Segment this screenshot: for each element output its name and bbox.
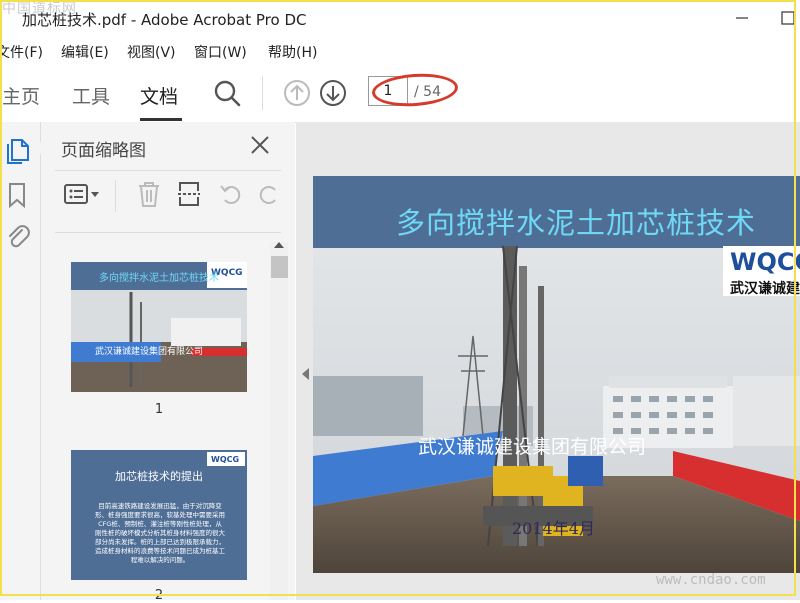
scrollbar-thumb[interactable] xyxy=(271,256,288,278)
previous-page-button[interactable] xyxy=(282,78,312,108)
thumbnail-page-2[interactable]: WQCG 加芯桩技术的提出 目前高速铁路建设发展迅猛，由于对沉降变形、桩身强度要… xyxy=(71,450,247,580)
menu-help[interactable]: 帮助(H) xyxy=(268,42,317,62)
menu-file[interactable]: 文件(F) xyxy=(0,42,43,62)
menu-window[interactable]: 窗口(W) xyxy=(194,42,247,62)
window-title: 加芯桩技术.pdf - Adobe Acrobat Pro DC xyxy=(22,11,307,29)
scroll-up-icon[interactable] xyxy=(273,240,285,250)
maximize-icon xyxy=(781,11,795,25)
slide-company-name: 武汉谦诚建设集团有限公司 xyxy=(418,436,647,458)
close-panel-button[interactable] xyxy=(247,132,273,158)
thumbnail-label: 2 xyxy=(154,588,164,603)
page-total: / 54 xyxy=(414,84,441,100)
svg-text:WQCG: WQCG xyxy=(211,455,239,464)
panel-pointer xyxy=(33,140,43,156)
search-icon xyxy=(214,80,241,107)
menu-edit[interactable]: 编辑(E) xyxy=(61,42,109,62)
page-thumbnails-button[interactable] xyxy=(4,136,32,164)
panel-divider xyxy=(55,232,281,233)
thumbnail-1-company: 武汉谦诚建设集团有限公司 xyxy=(95,347,204,357)
thumbnail-options-button[interactable] xyxy=(63,180,103,208)
thumbnail-scrollbar[interactable] xyxy=(270,242,288,600)
thumbnail-page-1[interactable]: WQCG 多向搅拌水泥土加芯桩技术 武汉谦诚建设集团有限公司 xyxy=(71,262,247,392)
collapse-panel-arrow[interactable] xyxy=(302,368,309,380)
pages-icon xyxy=(7,139,29,164)
active-tab-indicator xyxy=(140,118,182,121)
page-number-input[interactable]: 1 xyxy=(368,76,408,106)
tab-home[interactable]: 主页 xyxy=(2,82,40,109)
bookmark-icon xyxy=(9,183,25,209)
maximize-button[interactable] xyxy=(776,6,800,30)
attachments-button[interactable] xyxy=(4,222,32,250)
search-button[interactable] xyxy=(212,78,242,108)
arrow-up-circle-icon xyxy=(284,80,310,106)
thumbnail-2-body: 目前高速铁路建设发展迅猛，由于对沉降变形、桩身强度要求很高，软基处理中需要采用C… xyxy=(95,502,225,564)
title-bar: 中国道标网 加芯桩技术.pdf - Adobe Acrobat Pro DC xyxy=(0,0,800,36)
company-logo: WQCG xyxy=(730,248,800,276)
options-menu-icon xyxy=(64,184,99,204)
menu-view[interactable]: 视图(V) xyxy=(127,42,176,62)
next-page-button[interactable] xyxy=(318,78,348,108)
tab-tools[interactable]: 工具 xyxy=(72,82,110,109)
thumbnail-1-title: 多向搅拌水泥土加芯桩技术 xyxy=(99,273,219,284)
panel-title: 页面缩略图 xyxy=(61,141,146,161)
company-logo-subtitle: 武汉谦诚建 xyxy=(730,281,800,297)
rotate-left-button[interactable] xyxy=(217,180,245,208)
paperclip-icon xyxy=(9,225,30,248)
thumbnail-panel: 页面缩略图 WQCG 多向搅拌水泥土加芯桩技术 武汉谦诚建设集团有限公司 1 W… xyxy=(33,122,295,603)
minimize-button[interactable] xyxy=(730,6,754,30)
slide-title: 多向搅拌水泥土加芯桩技术 xyxy=(396,206,757,240)
thumbnail-2-logo: WQCG xyxy=(207,452,245,466)
panel-tool-separator xyxy=(115,180,116,212)
thumbnail-2-title: 加芯桩技术的提出 xyxy=(115,470,203,483)
page-split-icon xyxy=(178,182,200,206)
extract-page-button[interactable] xyxy=(175,180,203,208)
tab-document[interactable]: 文档 xyxy=(140,82,178,109)
menu-bar: 文件(F) 编辑(E) 视图(V) 窗口(W) 帮助(H) xyxy=(0,36,800,64)
trash-icon xyxy=(139,182,159,207)
toolbar-separator xyxy=(262,76,263,110)
close-icon xyxy=(251,136,269,154)
delete-page-button[interactable] xyxy=(135,180,163,208)
minimize-icon xyxy=(736,17,748,19)
bookmarks-button[interactable] xyxy=(4,180,32,209)
thumbnail-label: 1 xyxy=(154,402,164,417)
panel-divider xyxy=(55,170,281,171)
arrow-down-circle-icon xyxy=(320,80,346,106)
rotate-right-button[interactable] xyxy=(255,180,283,208)
slide-date: 2014年4月 xyxy=(512,519,595,538)
navigation-rail xyxy=(0,122,41,600)
rotate-right-icon xyxy=(259,186,276,204)
site-watermark: www.cndao.com xyxy=(656,572,766,588)
rotate-left-icon xyxy=(220,185,241,204)
